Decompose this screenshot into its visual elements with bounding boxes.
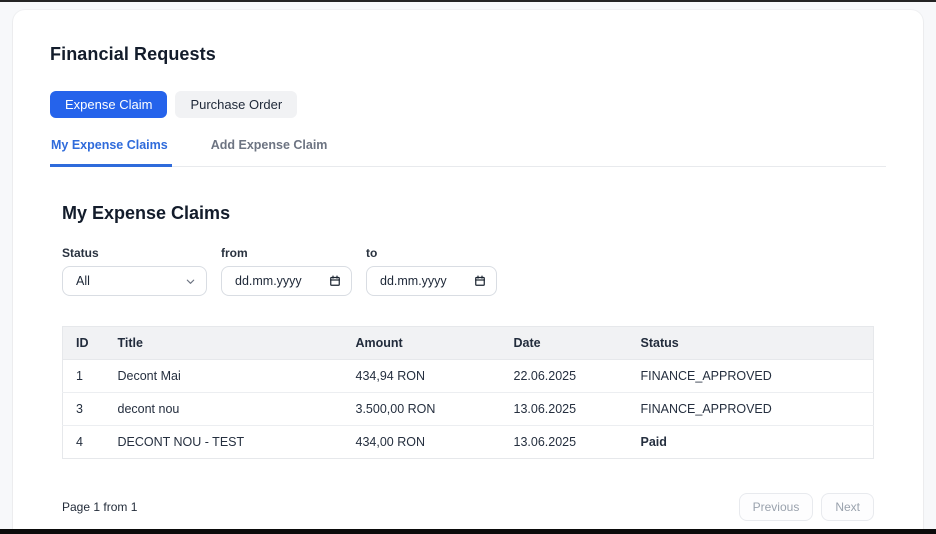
page-title: Financial Requests (50, 44, 886, 65)
section-heading: My Expense Claims (62, 203, 874, 224)
cell-title: Decont Mai (105, 360, 343, 393)
cell-id: 3 (63, 393, 105, 426)
column-header-date: Date (501, 327, 628, 360)
column-header-id: ID (63, 327, 105, 360)
calendar-icon (329, 275, 341, 287)
next-button[interactable]: Next (821, 493, 874, 521)
cell-id: 4 (63, 426, 105, 459)
column-header-status: Status (628, 327, 874, 360)
cell-status: Paid (628, 426, 874, 459)
financial-requests-card: Financial Requests Expense Claim Purchas… (13, 10, 923, 529)
window-top-edge (0, 0, 936, 2)
status-filter-label: Status (62, 246, 207, 260)
window-bottom-edge (0, 529, 936, 534)
cell-date: 13.06.2025 (501, 393, 628, 426)
my-expense-claims-section: My Expense Claims Status All from dd.mm.… (50, 203, 886, 521)
status-select-value: All (76, 274, 90, 288)
status-filter: Status All (62, 246, 207, 296)
tab-my-expense-claims[interactable]: My Expense Claims (50, 138, 172, 167)
cell-title: DECONT NOU - TEST (105, 426, 343, 459)
to-date-placeholder: dd.mm.yyyy (380, 274, 447, 288)
filters-row: Status All from dd.mm.yyyy t (62, 246, 874, 296)
table-body: 1 Decont Mai 434,94 RON 22.06.2025 FINAN… (63, 360, 874, 459)
tab-add-expense-claim[interactable]: Add Expense Claim (210, 138, 332, 167)
cell-amount: 434,94 RON (343, 360, 501, 393)
to-date-label: to (366, 246, 497, 260)
to-date-input[interactable]: dd.mm.yyyy (366, 266, 497, 296)
calendar-icon (474, 275, 486, 287)
pagination: Page 1 from 1 Previous Next (62, 493, 874, 521)
previous-button[interactable]: Previous (739, 493, 814, 521)
from-date-filter: from dd.mm.yyyy (221, 246, 352, 296)
table-row[interactable]: 3 decont nou 3.500,00 RON 13.06.2025 FIN… (63, 393, 874, 426)
cell-amount: 3.500,00 RON (343, 393, 501, 426)
cell-date: 22.06.2025 (501, 360, 628, 393)
table-row[interactable]: 1 Decont Mai 434,94 RON 22.06.2025 FINAN… (63, 360, 874, 393)
from-date-placeholder: dd.mm.yyyy (235, 274, 302, 288)
chevron-down-icon (185, 276, 196, 287)
column-header-title: Title (105, 327, 343, 360)
request-type-toggle: Expense Claim Purchase Order (50, 91, 886, 118)
from-date-input[interactable]: dd.mm.yyyy (221, 266, 352, 296)
table-header-row: ID Title Amount Date Status (63, 327, 874, 360)
cell-date: 13.06.2025 (501, 426, 628, 459)
pager-buttons: Previous Next (739, 493, 874, 521)
cell-id: 1 (63, 360, 105, 393)
cell-amount: 434,00 RON (343, 426, 501, 459)
purchase-order-button[interactable]: Purchase Order (175, 91, 297, 118)
cell-status: FINANCE_APPROVED (628, 360, 874, 393)
page-summary: Page 1 from 1 (62, 500, 137, 514)
expense-claims-table: ID Title Amount Date Status 1 Decont Mai… (62, 326, 874, 459)
cell-title: decont nou (105, 393, 343, 426)
cell-status: FINANCE_APPROVED (628, 393, 874, 426)
from-date-label: from (221, 246, 352, 260)
status-select[interactable]: All (62, 266, 207, 296)
to-date-filter: to dd.mm.yyyy (366, 246, 497, 296)
expense-claim-button[interactable]: Expense Claim (50, 91, 167, 118)
column-header-amount: Amount (343, 327, 501, 360)
table-row[interactable]: 4 DECONT NOU - TEST 434,00 RON 13.06.202… (63, 426, 874, 459)
tab-bar: My Expense Claims Add Expense Claim (50, 138, 886, 167)
